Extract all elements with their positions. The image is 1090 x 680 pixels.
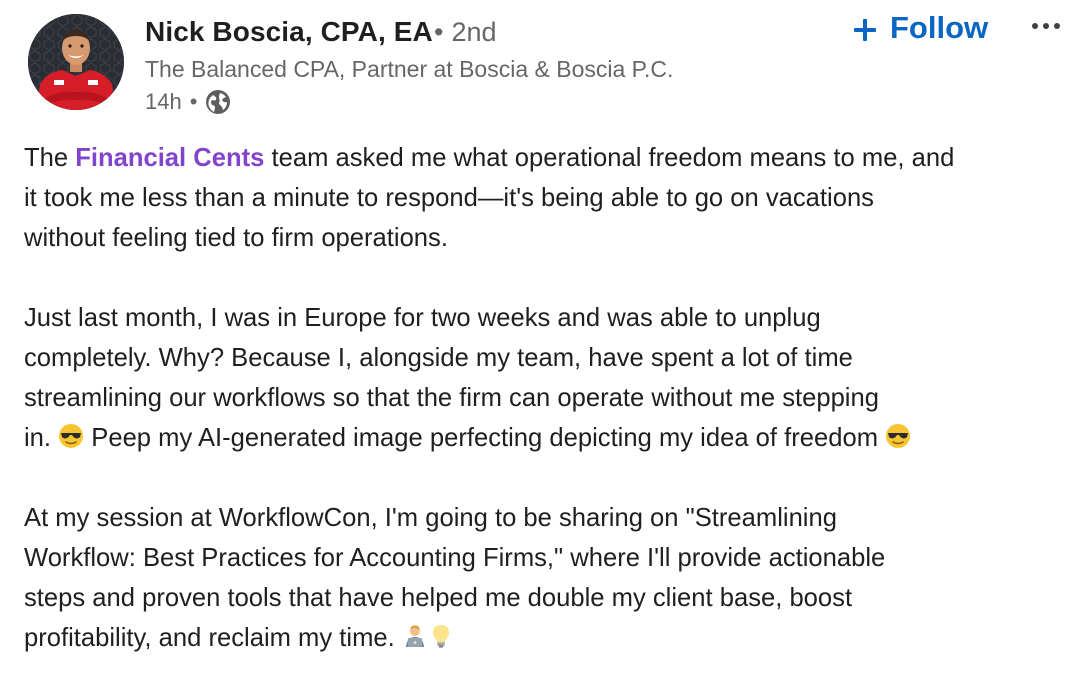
sunglasses-emoji	[885, 421, 911, 448]
follow-label: Follow	[890, 10, 989, 45]
post-line: At my session at WorkflowCon, I'm going …	[24, 504, 837, 532]
post-line: in. Peep my AI-generated image perfectin…	[24, 418, 1074, 458]
plus-icon	[852, 15, 878, 41]
text-span: profitability, and reclaim my time.	[24, 624, 402, 652]
post-line: steps and proven tools that have helped …	[24, 584, 853, 612]
connection-degree: • 2nd	[434, 17, 497, 48]
post-meta: 14h •	[145, 88, 231, 116]
mention-link[interactable]: Financial Cents	[75, 144, 264, 172]
meta-separator: •	[189, 89, 198, 114]
author-name[interactable]: Nick Boscia, CPA, EA	[145, 16, 433, 48]
text-span: in.	[24, 424, 59, 452]
text-span: Peep my AI-generated image perfecting de…	[84, 424, 886, 452]
sunglasses-emoji	[58, 421, 84, 448]
light-bulb-emoji	[428, 621, 454, 648]
post-line: profitability, and reclaim my time.	[24, 618, 1074, 658]
post-line: streamlining our workflows so that the f…	[24, 384, 879, 412]
linkedin-post: Nick Boscia, CPA, EA • 2nd The Balanced C…	[0, 0, 1090, 680]
post-text: The Financial Cents team asked me what o…	[24, 138, 1074, 658]
post-time: 14h	[145, 89, 182, 114]
post-line: completely. Why? Because I, alongside my…	[24, 344, 853, 372]
post-line: it took me less than a minute to respond…	[24, 184, 874, 212]
technologist-emoji	[402, 621, 428, 647]
degree-separator: •	[434, 17, 444, 47]
author-headline: The Balanced CPA, Partner at Boscia & Bo…	[145, 56, 674, 82]
avatar[interactable]	[28, 14, 124, 110]
post-line: The Financial Cents team asked me what o…	[24, 138, 1074, 178]
post-line: Just last month, I was in Europe for two…	[24, 304, 821, 332]
globe-icon	[205, 89, 231, 115]
text-span: The	[24, 144, 76, 172]
text-span: team asked me what operational freedom m…	[264, 144, 955, 172]
degree-label: 2nd	[451, 17, 497, 47]
more-options-button[interactable]	[1030, 14, 1062, 38]
post-line: without feeling tied to firm operations.	[24, 224, 448, 252]
post-line: Workflow: Best Practices for Accounting …	[24, 544, 886, 572]
follow-button[interactable]: Follow	[852, 8, 988, 48]
ellipsis-icon	[1032, 23, 1060, 29]
